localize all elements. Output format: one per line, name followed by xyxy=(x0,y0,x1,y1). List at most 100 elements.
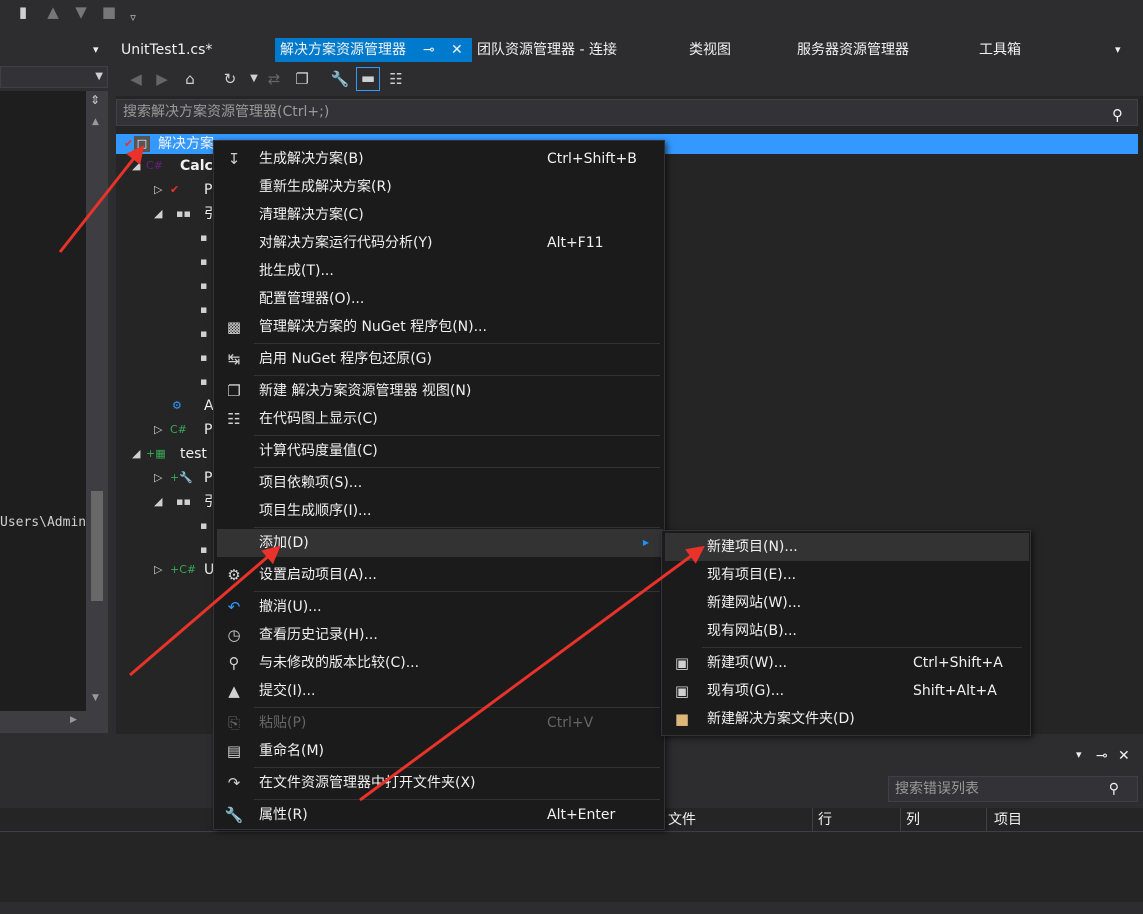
tab-label: 解决方案资源管理器 xyxy=(280,42,406,58)
expand-icon[interactable]: ◢ xyxy=(154,204,162,224)
submenu-existing-website[interactable]: 现有网站(B)... xyxy=(665,617,1029,645)
menu-paste[interactable]: ⎘ 粘贴(P) Ctrl+V xyxy=(217,709,663,737)
panel-dropdown-icon[interactable]: ▾ xyxy=(1076,748,1082,761)
overflow-icon[interactable]: ▿ xyxy=(124,8,142,28)
menu-undo[interactable]: ↶ 撤消(U)... xyxy=(217,593,663,621)
vertical-scrollbar[interactable]: ⇕ ▲ ▼ xyxy=(86,91,108,711)
menu-label: 在文件资源管理器中打开文件夹(X) xyxy=(259,775,476,791)
code-editor[interactable] xyxy=(0,91,86,711)
split-icon[interactable]: ⇕ xyxy=(90,93,100,107)
submenu-new-solution-folder[interactable]: ■ 新建解决方案文件夹(D) xyxy=(665,705,1029,733)
menu-add[interactable]: 添加(D) ▶ xyxy=(217,529,663,557)
close-icon[interactable]: ✕ xyxy=(1118,748,1130,764)
clear-bookmark-icon[interactable]: ■ xyxy=(100,2,118,22)
scroll-up-icon[interactable]: ▲ xyxy=(92,117,99,127)
submenu-new-project[interactable]: 新建项目(N)... xyxy=(665,533,1029,561)
tab-class-view[interactable]: 类视图 xyxy=(689,38,731,62)
next-bookmark-icon[interactable]: ▼ xyxy=(72,2,90,22)
column-project[interactable]: 项目 xyxy=(994,808,1022,832)
column-col[interactable]: 列 xyxy=(906,808,920,832)
properties-wrench-icon[interactable]: 🔧 xyxy=(330,69,350,89)
search-icon[interactable]: ⚲ xyxy=(1112,103,1123,128)
collapse-icon[interactable]: ▷ xyxy=(154,180,162,200)
reference-icon: ▪ xyxy=(200,279,208,292)
tab-unittest1[interactable]: UnitTest1.cs* xyxy=(121,38,212,62)
home-icon[interactable]: ⌂ xyxy=(180,69,200,89)
collapse-icon[interactable]: ▷ xyxy=(154,420,162,440)
menu-properties[interactable]: 🔧 属性(R) Alt+Enter xyxy=(217,801,663,829)
tree-node-p2[interactable]: P xyxy=(204,420,212,440)
menu-rebuild-solution[interactable]: 重新生成解决方案(R) xyxy=(217,173,663,201)
scroll-thumb[interactable] xyxy=(91,491,103,601)
reference-icon: ▪ xyxy=(200,327,208,340)
menu-manage-nuget[interactable]: ▩ 管理解决方案的 NuGet 程序包(N)... xyxy=(217,313,663,341)
menu-config-manager[interactable]: 配置管理器(O)... xyxy=(217,285,663,313)
tab-dropdown-icon[interactable]: ▾ xyxy=(93,38,99,62)
column-line[interactable]: 行 xyxy=(818,808,832,832)
column-file[interactable]: 文件 xyxy=(668,808,696,832)
expand-icon[interactable]: ◢ xyxy=(132,444,140,464)
menu-new-se-view[interactable]: ❐ 新建 解决方案资源管理器 视图(N) xyxy=(217,377,663,405)
menu-code-metrics[interactable]: 计算代码度量值(C) xyxy=(217,437,663,465)
tree-project-test[interactable]: test xyxy=(180,444,207,464)
collapse-all-icon[interactable]: ❐ xyxy=(292,69,312,89)
bookmark-icon[interactable]: ▮ xyxy=(14,2,32,22)
menu-label: 现有项(G)... xyxy=(707,683,785,699)
tree-node-p3[interactable]: P xyxy=(204,468,212,488)
close-icon[interactable]: ✕ xyxy=(451,38,463,62)
tree-project-calc[interactable]: Calc xyxy=(180,156,213,176)
menu-code-analysis[interactable]: 对解决方案运行代码分析(Y) Alt+F11 xyxy=(217,229,663,257)
menu-clean-solution[interactable]: 清理解决方案(C) xyxy=(217,201,663,229)
tab-solution-explorer[interactable]: 解决方案资源管理器 ⊸ ✕ xyxy=(275,38,472,62)
search-icon[interactable]: ⚲ xyxy=(1109,777,1119,801)
menu-project-dependencies[interactable]: 项目依赖项(S)... xyxy=(217,469,663,497)
scroll-right-icon[interactable]: ▶ xyxy=(70,715,77,725)
tree-node-p[interactable]: P xyxy=(204,180,212,200)
menu-set-startup[interactable]: ⚙ 设置启动项目(A)... xyxy=(217,561,663,589)
menu-enable-nuget-restore[interactable]: ↹ 启用 NuGet 程序包还原(G) xyxy=(217,345,663,373)
pin-icon[interactable]: ⊸ xyxy=(1096,748,1108,764)
menu-build-solution[interactable]: ↧ 生成解决方案(B) Ctrl+Shift+B xyxy=(217,145,663,173)
sync-dropdown-icon[interactable]: ▼ xyxy=(244,69,264,89)
sync-icon[interactable]: ↻ xyxy=(220,69,240,89)
tab-server-explorer[interactable]: 服务器资源管理器 xyxy=(797,38,909,62)
solution-search-input[interactable]: 搜索解决方案资源管理器(Ctrl+;) ⚲ xyxy=(116,99,1138,126)
submenu-new-item[interactable]: ▣ 新建项(W)... Ctrl+Shift+A xyxy=(665,649,1029,677)
prev-bookmark-icon[interactable]: ▲ xyxy=(44,2,62,22)
back-icon[interactable]: ◀ xyxy=(126,69,146,89)
menu-show-code-map[interactable]: ☷ 在代码图上显示(C) xyxy=(217,405,663,433)
forward-icon[interactable]: ▶ xyxy=(152,69,172,89)
submenu-new-website[interactable]: 新建网站(W)... xyxy=(665,589,1029,617)
expand-icon[interactable]: ◢ xyxy=(132,156,140,176)
tab-toolbox[interactable]: 工具箱 xyxy=(979,38,1021,62)
collapse-icon[interactable]: ▷ xyxy=(154,560,162,580)
menu-label: 新建 解决方案资源管理器 视图(N) xyxy=(259,383,472,399)
pin-icon[interactable]: ⊸ xyxy=(423,38,435,62)
solution-icon: □ xyxy=(134,136,150,152)
collapse-icon[interactable]: ▷ xyxy=(154,468,162,488)
class-diagram-icon[interactable]: ☷ xyxy=(386,69,406,89)
scroll-down-icon[interactable]: ▼ xyxy=(92,693,99,703)
menu-build-order[interactable]: 项目生成顺序(I)... xyxy=(217,497,663,525)
expand-icon[interactable]: ◢ xyxy=(154,492,162,512)
overflow-dropdown-icon[interactable]: ▾ xyxy=(1115,38,1121,62)
settings-icon: ⚙ xyxy=(227,566,241,584)
menu-label: 生成解决方案(B) xyxy=(259,151,364,167)
menu-label: 项目生成顺序(I)... xyxy=(259,503,372,519)
preview-icon[interactable]: ▬ xyxy=(356,67,380,91)
menu-commit[interactable]: ▲ 提交(I)... xyxy=(217,677,663,705)
error-search-input[interactable]: 搜索错误列表 ⚲ xyxy=(888,776,1138,802)
refresh-icon[interactable]: ⇄ xyxy=(264,69,284,89)
submenu-existing-item[interactable]: ▣ 现有项(G)... Shift+Alt+A xyxy=(665,677,1029,705)
menu-compare[interactable]: ⚲ 与未修改的版本比较(C)... xyxy=(217,649,663,677)
menu-rename[interactable]: ▤ 重命名(M) xyxy=(217,737,663,765)
menu-label: 项目依赖项(S)... xyxy=(259,475,363,491)
menu-open-in-explorer[interactable]: ↷ 在文件资源管理器中打开文件夹(X) xyxy=(217,769,663,797)
left-dropdown[interactable]: ▼ xyxy=(0,66,108,88)
menu-batch-build[interactable]: 批生成(T)... xyxy=(217,257,663,285)
menu-history[interactable]: ◷ 查看历史记录(H)... xyxy=(217,621,663,649)
tab-team-explorer[interactable]: 团队资源管理器 - 连接 xyxy=(477,38,617,62)
submenu-existing-project[interactable]: 现有项目(E)... xyxy=(665,561,1029,589)
config-icon: ⚙ xyxy=(172,399,182,412)
horizontal-scrollbar[interactable]: ▶ xyxy=(0,711,108,733)
